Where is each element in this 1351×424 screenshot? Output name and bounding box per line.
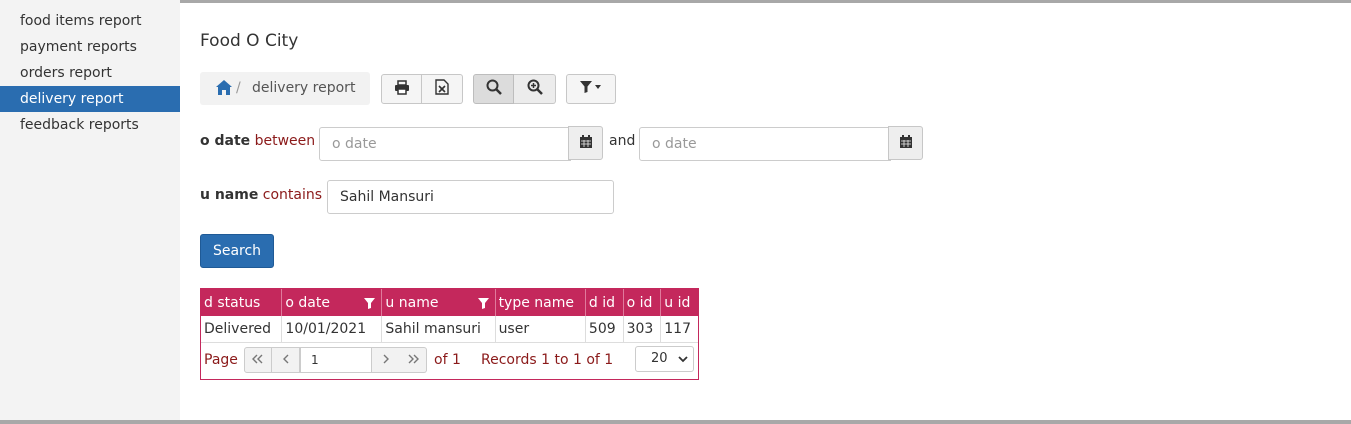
filter-dropdown-button[interactable] <box>566 74 616 104</box>
page-number-input[interactable]: 1 <box>300 347 372 373</box>
excel-export-button[interactable] <box>422 74 463 104</box>
breadcrumb-separator: / <box>236 80 241 96</box>
column-header-u-name[interactable]: u name <box>381 289 496 316</box>
double-chevron-left-icon <box>252 353 264 368</box>
sidebar-item-feedback-reports[interactable]: feedback reports <box>0 112 180 138</box>
pager-of-label: of 1 <box>434 352 461 368</box>
filter-button-group <box>566 74 616 104</box>
u-name-operator: contains <box>262 187 323 203</box>
chevron-right-icon <box>382 353 390 368</box>
page-size-value: 20 <box>651 351 668 366</box>
pager-records-label: Records 1 to 1 of 1 <box>481 352 614 368</box>
cell-u-name: Sahil mansuri <box>381 316 496 343</box>
sidebar-item-orders-report[interactable]: orders report <box>0 60 180 86</box>
calendar-icon <box>579 134 592 152</box>
cell-o-date: 10/01/2021 <box>281 316 383 343</box>
column-header-u-id[interactable]: u id <box>660 289 698 316</box>
o-date-filter-label: o date between <box>200 133 315 149</box>
filter-icon[interactable] <box>477 297 489 313</box>
sidebar-item-delivery-report[interactable]: delivery report <box>0 86 180 112</box>
cell-d-id: 509 <box>585 316 624 343</box>
double-chevron-right-icon <box>407 353 419 368</box>
u-name-field-label: u name <box>200 187 259 203</box>
o-date-field-label: o date <box>200 133 251 149</box>
search-button-group <box>473 74 556 104</box>
breadcrumb: / delivery report <box>200 72 370 105</box>
last-page-button[interactable] <box>399 347 427 373</box>
sidebar-item-payment-reports[interactable]: payment reports <box>0 34 180 60</box>
home-icon[interactable] <box>215 79 233 100</box>
cell-o-id: 303 <box>623 316 662 343</box>
sidebar-item-food-items-report[interactable]: food items report <box>0 8 180 34</box>
column-header-d-id[interactable]: d id <box>585 289 624 316</box>
print-icon <box>394 79 410 99</box>
first-page-button[interactable] <box>244 347 272 373</box>
cell-type-name: user <box>495 316 586 343</box>
o-date-to-input[interactable]: o date <box>639 127 891 161</box>
table-row[interactable]: Delivered 10/01/2021 Sahil mansuri user … <box>201 316 698 343</box>
o-date-to-calendar-button[interactable] <box>888 126 923 160</box>
pager-page-label: Page <box>204 352 238 368</box>
top-border <box>180 0 1351 3</box>
table-header-row: d status o date u name type name d id o … <box>201 289 698 316</box>
search-toggle-button[interactable] <box>473 74 514 104</box>
zoom-in-icon <box>527 79 543 99</box>
search-icon <box>486 79 502 99</box>
cell-d-status: Delivered <box>201 316 283 343</box>
column-header-type-name[interactable]: type name <box>495 289 586 316</box>
search-button[interactable]: Search <box>200 234 274 268</box>
u-name-filter-label: u name contains <box>200 187 322 203</box>
filter-icon <box>579 80 603 98</box>
calendar-icon <box>899 134 912 152</box>
advanced-search-button[interactable] <box>514 74 556 104</box>
sidebar: food items report payment reports orders… <box>0 0 180 420</box>
u-name-input[interactable]: Sahil Mansuri <box>327 180 614 214</box>
print-button[interactable] <box>381 74 422 104</box>
page-size-select[interactable]: 20 <box>635 346 694 372</box>
column-header-o-date[interactable]: o date <box>281 289 383 316</box>
chevron-left-icon <box>282 353 290 368</box>
page-title: Food O City <box>200 31 299 51</box>
prev-page-button[interactable] <box>272 347 300 373</box>
next-page-button[interactable] <box>372 347 400 373</box>
column-header-d-status[interactable]: d status <box>201 289 283 316</box>
excel-icon <box>435 79 449 99</box>
o-date-operator: between <box>254 133 316 149</box>
results-table: d status o date u name type name d id o … <box>201 289 698 343</box>
cell-u-id: 117 <box>660 316 698 343</box>
filter-icon[interactable] <box>364 297 376 313</box>
breadcrumb-current: delivery report <box>252 80 356 96</box>
bottom-scrollbar[interactable] <box>0 420 1351 424</box>
o-date-from-calendar-button[interactable] <box>568 126 603 160</box>
export-button-group <box>381 74 463 104</box>
pager: Page 1 of 1 Records 1 to 1 of 1 20 <box>201 345 698 375</box>
o-date-and-label: and <box>609 133 636 149</box>
chevron-down-icon <box>678 356 688 363</box>
results-grid: d status o date u name type name d id o … <box>200 288 699 380</box>
column-header-o-id[interactable]: o id <box>623 289 662 316</box>
o-date-from-input[interactable]: o date <box>319 127 571 161</box>
